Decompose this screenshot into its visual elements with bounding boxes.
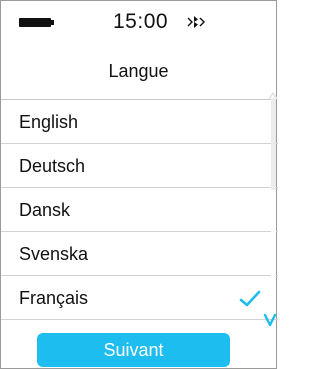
list-item-svenska[interactable]: Svenska bbox=[1, 232, 278, 276]
language-label: English bbox=[19, 112, 79, 132]
bluetooth-connected-icon bbox=[187, 16, 205, 28]
list-item-francais[interactable]: Français bbox=[1, 276, 278, 320]
device-screen: 15:00 Langue English Deutsch Dansk Svens… bbox=[0, 0, 278, 369]
checkmark-icon bbox=[239, 290, 261, 307]
chevron-down-icon[interactable] bbox=[263, 312, 277, 328]
list-item-english[interactable]: English bbox=[1, 100, 278, 144]
page-title: Langue bbox=[108, 61, 169, 81]
language-label: Français bbox=[19, 288, 89, 308]
next-button[interactable]: Suivant bbox=[37, 333, 230, 367]
status-bar: 15:00 bbox=[1, 1, 276, 41]
status-time: 15:00 bbox=[113, 10, 169, 33]
list-item-dansk[interactable]: Dansk bbox=[1, 188, 278, 232]
scrollbar[interactable] bbox=[271, 98, 276, 319]
list-item-deutsch[interactable]: Deutsch bbox=[1, 144, 278, 188]
language-list: English Deutsch Dansk Svenska Français bbox=[1, 100, 278, 320]
scrollbar-thumb[interactable] bbox=[271, 98, 276, 190]
language-label: Deutsch bbox=[19, 156, 86, 176]
language-label: Svenska bbox=[19, 244, 89, 264]
language-label: Dansk bbox=[19, 200, 71, 220]
battery-icon bbox=[19, 18, 54, 27]
